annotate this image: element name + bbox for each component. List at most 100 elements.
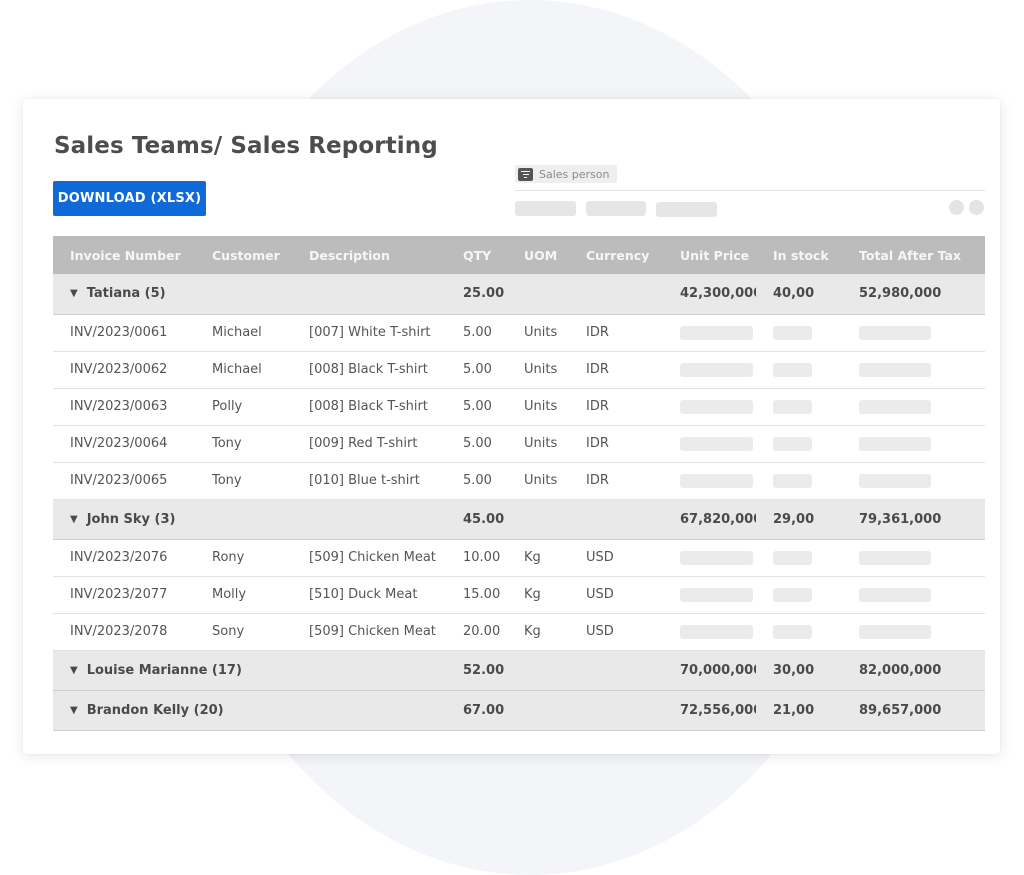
table-row[interactable]: INV/2023/2077 Molly [510] Duck Meat 15.00 Kg… [53, 576, 985, 614]
qty-cell: 5.00 [450, 388, 507, 426]
total-placeholder [859, 362, 931, 377]
caret-down-icon[interactable]: ▼ [70, 705, 78, 716]
group-row[interactable]: ▼ Louise Marianne (17) 52.00 70,000,000 30,0… [53, 650, 985, 691]
in-stock-placeholder-cell [756, 539, 842, 577]
download-xlsx-button[interactable]: DOWNLOAD (XLSX) [53, 181, 206, 216]
column-header-currency[interactable]: Currency [569, 236, 663, 274]
currency-cell: USD [569, 539, 663, 577]
invoice-number-cell: INV/2023/0063 [53, 388, 195, 426]
group-total-cell: 52,980,000 [842, 274, 985, 315]
unit-price-placeholder [680, 436, 753, 451]
unit-price-placeholder [680, 325, 753, 340]
group-name-cell[interactable]: ▼ Tatiana (5) [53, 274, 450, 315]
total-placeholder [859, 624, 931, 639]
column-header-qty[interactable]: QTY [450, 236, 507, 274]
total-placeholder [859, 325, 931, 340]
invoice-number-cell: INV/2023/2076 [53, 539, 195, 577]
uom-cell: Kg [507, 539, 569, 577]
group-total-cell: 82,000,000 [842, 650, 985, 691]
unit-price-placeholder [680, 550, 753, 565]
description-cell: [007] White T-shirt [292, 314, 450, 352]
caret-down-icon[interactable]: ▼ [70, 514, 78, 525]
table-row[interactable]: INV/2023/0064 Tony [009] Red T-shirt 5.00 Un… [53, 425, 985, 463]
unit-price-placeholder-cell [663, 388, 756, 426]
group-total-cell: 89,657,000 [842, 690, 985, 731]
qty-cell: 5.00 [450, 314, 507, 352]
group-row[interactable]: ▼ Brandon Kelly (20) 67.00 72,556,000 21,00 8… [53, 690, 985, 731]
table-row[interactable]: INV/2023/2076 Rony [509] Chicken Meat 10.00… [53, 539, 985, 577]
group-name-cell[interactable]: ▼ Brandon Kelly (20) [53, 690, 450, 731]
currency-cell: IDR [569, 388, 663, 426]
column-header-customer[interactable]: Customer [195, 236, 292, 274]
total-placeholder-cell [842, 314, 985, 352]
table-row[interactable]: INV/2023/0063 Polly [008] Black T-shirt 5.0… [53, 388, 985, 426]
group-uom-cell [507, 274, 569, 315]
uom-cell: Kg [507, 576, 569, 614]
total-placeholder-cell [842, 351, 985, 389]
group-currency-cell [569, 650, 663, 691]
invoice-number-cell: INV/2023/2078 [53, 613, 195, 651]
qty-cell: 5.00 [450, 462, 507, 500]
table-row[interactable]: INV/2023/0065 Tony [010] Blue t-shirt 5.00 U… [53, 462, 985, 500]
currency-cell: IDR [569, 425, 663, 463]
column-header-total-after-tax[interactable]: Total After Tax [842, 236, 985, 274]
in-stock-placeholder-cell [756, 576, 842, 614]
caret-down-icon[interactable]: ▼ [70, 288, 78, 299]
unit-price-placeholder [680, 587, 753, 602]
description-cell: [010] Blue t-shirt [292, 462, 450, 500]
group-name-cell[interactable]: ▼ John Sky (3) [53, 499, 450, 540]
invoice-number-cell: INV/2023/0064 [53, 425, 195, 463]
invoice-number-cell: INV/2023/2077 [53, 576, 195, 614]
table-body: ▼ Tatiana (5) 25.00 42,300,000 40,00 52,980,0… [53, 274, 985, 731]
caret-down-icon[interactable]: ▼ [70, 665, 78, 676]
total-placeholder-cell [842, 576, 985, 614]
in-stock-placeholder-cell [756, 314, 842, 352]
customer-cell: Sony [195, 613, 292, 651]
sales-person-filter-chip[interactable]: Sales person [515, 165, 618, 183]
table-row[interactable]: INV/2023/0062 Michael [008] Black T-shirt 5… [53, 351, 985, 389]
total-placeholder [859, 436, 931, 451]
group-unit-price-cell: 72,556,000 [663, 690, 756, 731]
description-cell: [509] Chicken Meat [292, 613, 450, 651]
group-currency-cell [569, 690, 663, 731]
unit-price-placeholder-cell [663, 351, 756, 389]
invoice-number-cell: INV/2023/0061 [53, 314, 195, 352]
report-table-container: Invoice Number Customer Description QTY … [53, 236, 985, 731]
group-row[interactable]: ▼ Tatiana (5) 25.00 42,300,000 40,00 52,980,0… [53, 274, 985, 315]
pager-dot[interactable] [949, 200, 964, 215]
in-stock-placeholder-cell [756, 425, 842, 463]
group-qty-cell: 25.00 [450, 274, 507, 315]
group-name: Brandon Kelly (20) [86, 702, 224, 718]
column-header-in-stock[interactable]: In stock [756, 236, 842, 274]
total-placeholder [859, 550, 931, 565]
table-row[interactable]: INV/2023/0061 Michael [007] White T-shirt 5… [53, 314, 985, 352]
group-in-stock-cell: 30,00 [756, 650, 842, 691]
in-stock-placeholder [773, 436, 812, 451]
unit-price-placeholder-cell [663, 425, 756, 463]
total-placeholder-cell [842, 539, 985, 577]
page-title: Sales Teams/ Sales Reporting [54, 133, 438, 159]
currency-cell: IDR [569, 314, 663, 352]
in-stock-placeholder [773, 550, 812, 565]
pager-dot[interactable] [969, 200, 984, 215]
in-stock-placeholder [773, 624, 812, 639]
group-name-cell[interactable]: ▼ Louise Marianne (17) [53, 650, 450, 691]
group-uom-cell [507, 650, 569, 691]
table-row[interactable]: INV/2023/2078 Sony [509] Chicken Meat 20.00… [53, 613, 985, 651]
qty-cell: 20.00 [450, 613, 507, 651]
unit-price-placeholder-cell [663, 462, 756, 500]
unit-price-placeholder-cell [663, 314, 756, 352]
group-qty-cell: 67.00 [450, 690, 507, 731]
column-header-invoice-number[interactable]: Invoice Number [53, 236, 195, 274]
currency-cell: IDR [569, 462, 663, 500]
qty-cell: 10.00 [450, 539, 507, 577]
total-placeholder-cell [842, 388, 985, 426]
column-header-description[interactable]: Description [292, 236, 450, 274]
total-placeholder [859, 399, 931, 414]
group-unit-price-cell: 70,000,000 [663, 650, 756, 691]
column-header-uom[interactable]: UOM [507, 236, 569, 274]
in-stock-placeholder [773, 473, 812, 488]
column-header-unit-price[interactable]: Unit Price [663, 236, 756, 274]
customer-cell: Tony [195, 425, 292, 463]
group-row[interactable]: ▼ John Sky (3) 45.00 67,820,000 29,00 79,361,… [53, 499, 985, 540]
